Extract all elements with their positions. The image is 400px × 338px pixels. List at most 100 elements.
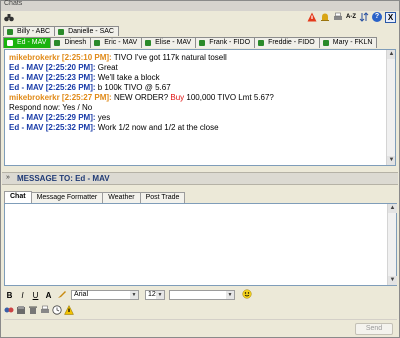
tab-elise-mav[interactable]: Elise - MAV [141,37,197,48]
divider [4,319,397,320]
tab-chat[interactable]: Chat [4,191,32,203]
attach-icon[interactable] [16,305,26,315]
toolbar: A-Z ? X [1,11,399,24]
clock-icon[interactable] [52,305,62,315]
chat-text: Respond now: Yes / No [9,103,93,112]
font-family-select[interactable]: Arial ▼ [71,290,139,300]
chat-line: Ed - MAV [2:25:23 PM]: We'll take a bloc… [9,73,391,83]
tab-dinesh[interactable]: Dinesh [50,37,92,48]
format-toolbar: B I U A Arial ▼ 12 ▼ ▼ [4,289,397,301]
chevron-down-icon: ▼ [156,291,164,299]
chat-line: Ed - MAV [2:25:32 PM]: Work 1/2 now and … [9,123,391,133]
tab-label: Mary - FKLN [332,39,373,46]
chat-text: 100,000 TIVO Lmt 5.67? [184,93,274,102]
chat-status-icon [145,40,152,46]
chat-line: Ed - MAV [2:25:20 PM]: Great [9,63,391,73]
chat-text: Work 1/2 now and 1/2 at the close [95,123,219,132]
bell-icon[interactable] [320,12,330,22]
tab-label: Freddie - FIDO [268,39,315,46]
scroll-up-icon[interactable]: ▲ [387,50,395,59]
tab-row-2: Ed - MAV Dinesh Eric - MAV Elise - MAV F… [3,37,378,48]
chat-status-icon [258,40,265,46]
chat-line: Respond now: Yes / No [9,103,391,113]
tab-mary-fkln[interactable]: Mary - FKLN [318,37,378,48]
tab-label: Eric - MAV [104,39,138,46]
chat-text: NEW ORDER? [111,93,171,102]
action-toolbar [4,304,397,316]
font-family-value: Arial [74,291,89,298]
warning-icon[interactable] [307,12,317,22]
underline-button[interactable]: U [30,291,41,300]
message-to-label: MESSAGE TO: Ed - MAV [17,174,110,183]
italic-button[interactable]: I [17,291,28,300]
chat-text: We'll take a block [95,73,160,82]
chat-status-icon [58,29,65,35]
tab-post-trade[interactable]: Post Trade [139,192,186,203]
tab-frank-fido[interactable]: Frank - FIDO [195,37,256,48]
tab-label: Dinesh [64,39,87,46]
chat-sender: Ed - MAV [2:25:29 PM]: [9,113,96,122]
title-bar: Chats [1,0,399,11]
tab-eric-mav[interactable]: Eric - MAV [90,37,143,48]
sort-az-icon[interactable]: A-Z [346,12,356,22]
style-select[interactable]: ▼ [169,290,235,300]
warning-icon[interactable] [64,304,74,315]
compose-tabs: Chat Message Formatter Weather Post Trad… [4,191,186,203]
send-button[interactable]: Send [355,323,393,335]
chat-line: Ed - MAV [2:25:29 PM]: yes [9,113,391,123]
window-title: Chats [4,0,23,7]
message-to-bar[interactable]: » MESSAGE TO: Ed - MAV [2,172,398,185]
bold-button[interactable]: B [4,291,15,300]
tab-label: Billy - ABC [17,28,51,35]
splitter[interactable] [1,167,399,171]
chat-text: Great [95,63,118,72]
chat-scrollbar[interactable]: ▲ ▼ [386,50,395,165]
font-size-select[interactable]: 12 ▼ [145,290,165,300]
chat-status-icon [54,40,61,46]
emoticon-icon[interactable] [241,289,252,301]
font-size-value: 12 [148,291,156,298]
compose-scrollbar[interactable]: ▲ ▼ [387,204,397,285]
arrows-icon[interactable] [359,12,369,22]
tab-danielle-sac[interactable]: Danielle - SAC [54,26,119,36]
chat-sender: mikebrokerkr [2:25:10 PM]: [9,53,112,62]
message-input[interactable]: ▲ ▼ [4,203,397,286]
chat-text: b 100k TIVO @ 5.67 [95,83,171,92]
chevron-down-icon: ▼ [226,291,234,299]
scroll-up-icon[interactable]: ▲ [388,204,397,213]
print-icon[interactable] [333,12,343,22]
chat-text: yes [95,113,111,122]
tab-label: Frank - FIDO [209,39,251,46]
tab-weather[interactable]: Weather [102,192,141,203]
chat-line: Ed - MAV [2:25:26 PM]: b 100k TIVO @ 5.6… [9,83,391,93]
tab-freddie-fido[interactable]: Freddie - FIDO [254,37,320,48]
help-icon[interactable]: ? [372,12,382,22]
chat-log[interactable]: mikebrokerkr [2:25:10 PM]: TIVO I've got… [4,49,396,166]
chat-status-icon [199,40,206,46]
close-button[interactable]: X [385,12,396,23]
chat-status-icon [322,40,329,46]
font-color-button[interactable]: A [43,291,54,300]
chat-sender: Ed - MAV [2:25:32 PM]: [9,123,96,132]
delete-icon[interactable] [28,305,38,315]
share-icon[interactable] [4,305,14,315]
tab-billy-abc[interactable]: Billy - ABC [3,26,56,36]
chats-window: Chats A-Z ? X Billy - ABC Danielle - SAC [0,0,400,338]
binoculars-icon[interactable] [4,13,14,22]
chevron-down-icon: ▼ [130,291,138,299]
print-icon[interactable] [40,305,50,315]
tab-ed-mav[interactable]: Ed - MAV [3,37,52,48]
chat-line: mikebrokerkr [2:25:10 PM]: TIVO I've got… [9,53,391,63]
scroll-down-icon[interactable]: ▼ [388,276,397,285]
collapse-chevron-icon[interactable]: » [6,174,10,181]
chat-sender: Ed - MAV [2:25:26 PM]: [9,83,96,92]
tab-label: Elise - MAV [155,39,192,46]
tab-row-1: Billy - ABC Danielle - SAC [3,26,119,36]
chat-line: mikebrokerkr [2:25:27 PM]: NEW ORDER? Bu… [9,93,391,103]
tab-label: Ed - MAV [17,39,47,46]
tab-message-formatter[interactable]: Message Formatter [30,192,104,203]
chat-sender: Ed - MAV [2:25:23 PM]: [9,73,96,82]
scroll-down-icon[interactable]: ▼ [387,156,395,165]
tab-label: Danielle - SAC [68,28,114,35]
highlight-pen-icon[interactable] [56,289,67,301]
